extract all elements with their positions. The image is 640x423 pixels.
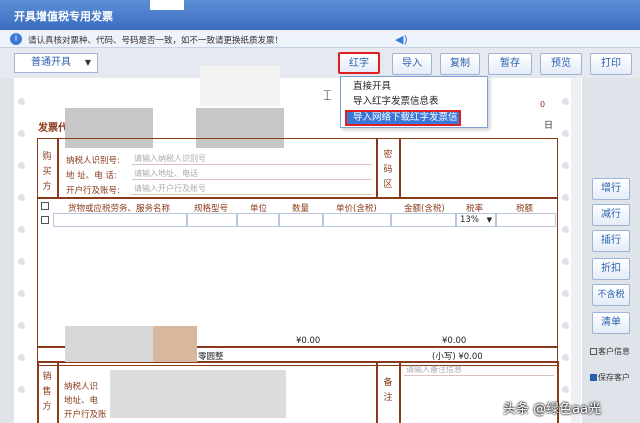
red-invoice-menu: 直接开具 导入红字发票信息表 导入网络下载红字发票信 <box>340 76 488 128</box>
red-invoice-button[interactable]: 红字 <box>338 52 380 74</box>
watermark: 头条 @绿色aa光 <box>503 402 602 417</box>
seller-address-label: 地址、电 <box>64 396 99 406</box>
count-fragment: 0 <box>540 100 546 109</box>
seller-frame-left <box>37 361 39 423</box>
amount-in-words: 零圆整 <box>198 352 224 362</box>
select-all-checkbox[interactable] <box>41 202 49 210</box>
right-holes <box>562 0 570 393</box>
customer-info-label: 客户信息 <box>598 347 630 356</box>
mode-select[interactable]: 普通开具 ▼ <box>14 53 98 73</box>
checkbox-box[interactable] <box>590 348 597 355</box>
copy-button[interactable]: 复制 <box>440 53 480 75</box>
save-customer-label: 保存客户 <box>598 373 630 382</box>
import-button[interactable]: 导入 <box>392 53 432 75</box>
delete-row-button[interactable]: 减行 <box>592 204 630 226</box>
redacted-totals-mid <box>153 326 197 362</box>
date-fragment: 日 <box>544 121 554 131</box>
menu-item-direct-issue[interactable]: 直接开具 <box>341 79 487 95</box>
buyer-taxid-input[interactable]: 请输入纳税人识别号 <box>132 153 372 165</box>
goods-name-input[interactable] <box>53 213 187 227</box>
buyer-divider <box>57 138 59 198</box>
buyer-address-label: 地 址、电 话: <box>66 171 117 181</box>
spec-input[interactable] <box>187 213 237 227</box>
insert-row-button[interactable]: 插行 <box>592 230 630 252</box>
preview-button[interactable]: 预览 <box>540 53 582 75</box>
buyer-bank-label: 开户行及账号: <box>66 186 120 196</box>
amount-input[interactable] <box>391 213 456 227</box>
row-checkbox[interactable] <box>41 216 49 224</box>
buyer-address-input[interactable]: 请输入地址、电话 <box>132 168 372 180</box>
discount-button[interactable]: 折扣 <box>592 258 630 280</box>
redacted-header <box>200 66 280 106</box>
mode-select-value: 普通开具 <box>31 57 71 68</box>
tax-amount-input[interactable] <box>496 213 556 227</box>
list-button[interactable]: 清单 <box>592 312 630 334</box>
notice-text: 请认真核对票种、代码、号码是否一致，如不一致请更换纸质发票！ <box>28 36 284 46</box>
remark-label: 备注 <box>383 378 393 403</box>
menu-item-import-network-red[interactable]: 导入网络下载红字发票信 <box>345 110 461 126</box>
redacted-seller <box>110 370 286 418</box>
chevron-down-icon: ▼ <box>486 216 492 224</box>
redacted-totals-left <box>65 326 153 362</box>
save-draft-button[interactable]: 暂存 <box>488 53 532 75</box>
tax-rate-value: 13% <box>460 215 479 225</box>
seller-label: 销售方 <box>42 372 52 412</box>
chevron-down-icon: ▼ <box>84 58 91 67</box>
buyer-label: 购买方 <box>42 152 52 192</box>
invoice-code-label: 发票代 <box>38 123 68 134</box>
checkbox-box-checked[interactable] <box>590 374 597 381</box>
add-row-button[interactable]: 增行 <box>592 178 630 200</box>
seller-bank-label: 开户行及账 <box>64 410 107 420</box>
unit-input[interactable] <box>237 213 279 227</box>
amount-small: (小写) ¥0.00 <box>432 352 483 362</box>
customer-info-checkbox[interactable]: 客户信息 <box>590 346 636 357</box>
buyer-taxid-label: 纳税人识别号: <box>66 156 120 166</box>
seller-taxid-label: 纳税人识 <box>64 382 99 392</box>
cipher-divider-right <box>399 138 401 198</box>
left-holes <box>18 0 26 393</box>
save-customer-checkbox[interactable]: 保存客户 <box>590 372 636 383</box>
remark-input[interactable]: 请输入备注信息 <box>404 364 554 376</box>
top-mask <box>150 0 184 10</box>
menu-item-import-red-info[interactable]: 导入红字发票信息表 <box>341 94 487 110</box>
speaker-icon[interactable]: ◀) <box>395 33 408 46</box>
cipher-label: 密码区 <box>383 150 393 190</box>
remark-divider-right <box>399 361 401 423</box>
remark-divider-left <box>376 361 378 423</box>
unit-price-input[interactable] <box>323 213 391 227</box>
total-amount: ¥0.00 <box>296 336 321 346</box>
total-tax: ¥0.00 <box>442 336 467 346</box>
print-button[interactable]: 打印 <box>590 53 632 75</box>
window-title: 开具增值税专用发票 <box>14 10 113 23</box>
vertical-scrollbar[interactable] <box>571 78 581 423</box>
quantity-input[interactable] <box>279 213 323 227</box>
seller-divider <box>57 361 59 423</box>
cipher-divider-left <box>376 138 378 198</box>
buyer-bank-input[interactable]: 请输入开户行及账号 <box>132 183 372 195</box>
tax-rate-select[interactable]: 13% ▼ <box>456 213 496 227</box>
row-divider-1 <box>37 197 558 199</box>
tax-exclusive-button[interactable]: 不含税 <box>592 284 630 306</box>
mouse-cursor-icon: ⌶ <box>323 88 332 104</box>
